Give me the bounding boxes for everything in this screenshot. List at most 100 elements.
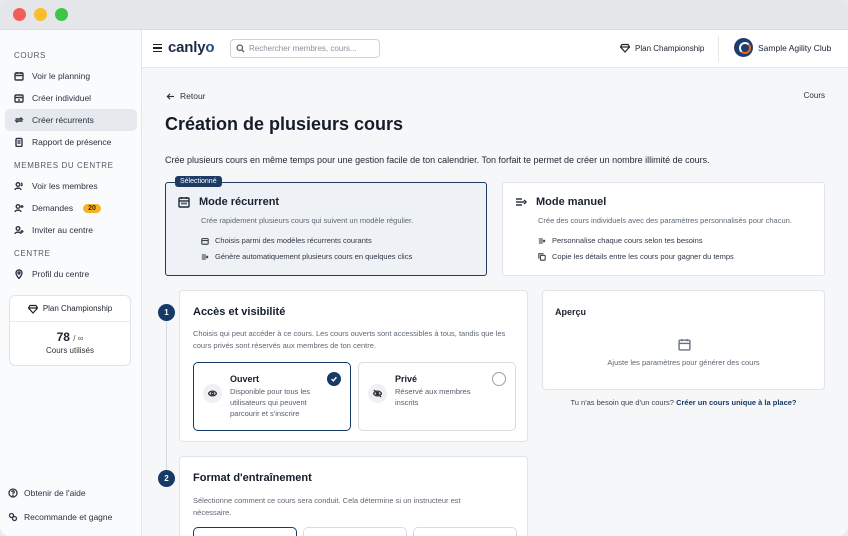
users-icon [14, 182, 23, 191]
calendar-icon [678, 339, 691, 351]
list-arrow-icon [516, 198, 527, 206]
mode-recurrent-header: Mode récurrent [178, 196, 279, 208]
app-logo[interactable]: canlyo [168, 39, 215, 56]
mode-title: Mode manuel [536, 196, 607, 208]
plan-indicator[interactable]: Plan Championship [620, 43, 704, 53]
location-pin-icon [15, 269, 23, 279]
topbar-divider [718, 36, 719, 62]
courses-limit-symbol: ∞ [77, 334, 84, 343]
plan-usage-card: Plan Championship 78 / ∞ Cours utilisés [9, 295, 131, 366]
preview-empty-text: Ajuste les paramètres pour générer des c… [607, 358, 760, 367]
mode-feature: Copie les détails entre les cours pour g… [538, 252, 734, 261]
sidebar-section-centre: CENTRE [14, 249, 51, 258]
sidebar-item-profil-centre[interactable]: Profil du centre [5, 263, 137, 285]
user-add-icon [14, 226, 24, 235]
repeat-icon [14, 117, 24, 123]
checkmark-icon [327, 372, 341, 386]
sidebar-item-label: Demandes [32, 203, 74, 213]
gift-icon [8, 512, 18, 522]
format-option[interactable] [303, 527, 407, 536]
courses-limit-value: / ∞ [73, 334, 84, 343]
mode-feature-text: Choisis parmi des modèles récurrents cou… [215, 236, 372, 245]
sidebar-item-label: Inviter au centre [32, 225, 93, 235]
calendar-icon [201, 237, 209, 245]
section-description: Sélectionne comment ce cours sera condui… [193, 496, 461, 517]
sidebar-item-label: Créer récurrents [32, 115, 94, 125]
single-course-hint: Tu n'as besoin que d'un cours? Créer un … [542, 398, 825, 407]
logo-mark: o [205, 39, 215, 56]
course-usage-count: 78 / ∞ [10, 330, 130, 344]
format-option[interactable] [413, 527, 517, 536]
close-window-button[interactable] [13, 8, 26, 21]
sidebar-item-label: Profil du centre [32, 269, 90, 279]
format-option[interactable] [193, 527, 297, 536]
arrow-left-icon [166, 92, 175, 100]
step-number: 2 [158, 470, 175, 487]
sidebar-item-voir-planning[interactable]: Voir le planning [5, 65, 137, 87]
calendar-plus-icon [14, 94, 24, 103]
sidebar-item-voir-membres[interactable]: Voir les membres [5, 175, 137, 197]
option-open[interactable]: Ouvert Disponible pour tous les utilisat… [193, 362, 351, 431]
refer-earn-label: Recommande et gagne [24, 512, 113, 522]
help-circle-icon [8, 488, 18, 498]
eye-off-icon [368, 384, 387, 403]
sidebar-item-creer-individuel[interactable]: Créer individuel [5, 87, 137, 109]
preview-panel: Aperçu Ajuste les paramètres pour génére… [542, 290, 825, 390]
step-number: 1 [158, 304, 175, 321]
radio-unchecked [492, 372, 506, 386]
get-help-label: Obtenir de l'aide [24, 488, 86, 498]
page-title: Création de plusieurs cours [165, 114, 404, 134]
list-arrow-icon [201, 253, 209, 260]
option-private[interactable]: Privé Réservé aux membres inscrits [358, 362, 516, 431]
user-plus-icon [14, 204, 24, 213]
courses-used-value: 78 [56, 330, 70, 344]
mode-feature-text: Personnalise chaque cours selon tes beso… [552, 236, 703, 245]
sidebar-section-cours: COURS [14, 51, 46, 60]
section-title: Format d'entraînement [193, 472, 312, 484]
minimize-window-button[interactable] [34, 8, 47, 21]
mode-manual-card[interactable]: Mode manuel Crée des cours individuels a… [502, 182, 825, 276]
logo-text: canly [168, 39, 206, 56]
main-content: Retour Cours Création de plusieurs cours… [142, 68, 848, 536]
menu-toggle-icon[interactable] [153, 44, 162, 53]
club-logo [734, 38, 753, 57]
maximize-window-button[interactable] [55, 8, 68, 21]
calendar-grid-icon [178, 197, 190, 208]
plan-name: Plan Championship [635, 43, 705, 53]
section-title: Accès et visibilité [193, 306, 286, 318]
option-description: Réservé aux membres inscrits [395, 387, 471, 407]
sidebar-item-demandes[interactable]: Demandes 20 [5, 197, 137, 219]
requests-count-badge: 20 [83, 203, 101, 213]
list-arrow-icon [538, 237, 546, 244]
sidebar-item-inviter[interactable]: Inviter au centre [5, 219, 137, 241]
search-icon [236, 44, 245, 53]
back-button[interactable]: Retour [166, 91, 206, 101]
top-bar: canlyo Rechercher membres, cours... Plan… [142, 30, 848, 68]
eye-icon [203, 384, 222, 403]
club-switcher[interactable]: Sample Agility Club [734, 38, 831, 57]
sidebar: COURS Voir le planning Créer individuel … [0, 30, 142, 536]
mode-recurrent-card[interactable]: Sélectionné Mode récurrent Crée rapideme… [165, 176, 487, 276]
search-input[interactable]: Rechercher membres, cours... [230, 39, 380, 58]
option-title: Privé [395, 374, 418, 384]
preview-title: Aperçu [555, 307, 587, 317]
mode-description: Crée des cours individuels avec des para… [538, 216, 792, 225]
refer-earn-link[interactable]: Recommande et gagne [8, 512, 112, 522]
back-label: Retour [180, 91, 206, 101]
selected-badge: Sélectionné [175, 176, 222, 187]
sidebar-item-label: Rapport de présence [32, 137, 112, 147]
courses-used-label: Cours utilisés [45, 346, 94, 355]
breadcrumb[interactable]: Cours [804, 91, 825, 100]
sidebar-item-rapport-presence[interactable]: Rapport de présence [5, 131, 137, 153]
diamond-icon [27, 304, 38, 314]
get-help-link[interactable]: Obtenir de l'aide [8, 488, 86, 498]
clipboard-icon [15, 137, 23, 147]
sidebar-item-label: Créer individuel [32, 93, 92, 103]
mode-feature-text: Copie les détails entre les cours pour g… [552, 252, 734, 261]
plan-card-name: Plan Championship [42, 304, 113, 313]
mode-feature: Choisis parmi des modèles récurrents cou… [201, 236, 372, 245]
section-description: Choisis qui peut accéder à ce cours. Les… [193, 329, 506, 350]
create-single-course-link[interactable]: Créer un cours unique à la place? [676, 398, 796, 407]
sidebar-item-creer-recurrents[interactable]: Créer récurrents [5, 109, 137, 131]
calendar-icon [14, 72, 24, 81]
